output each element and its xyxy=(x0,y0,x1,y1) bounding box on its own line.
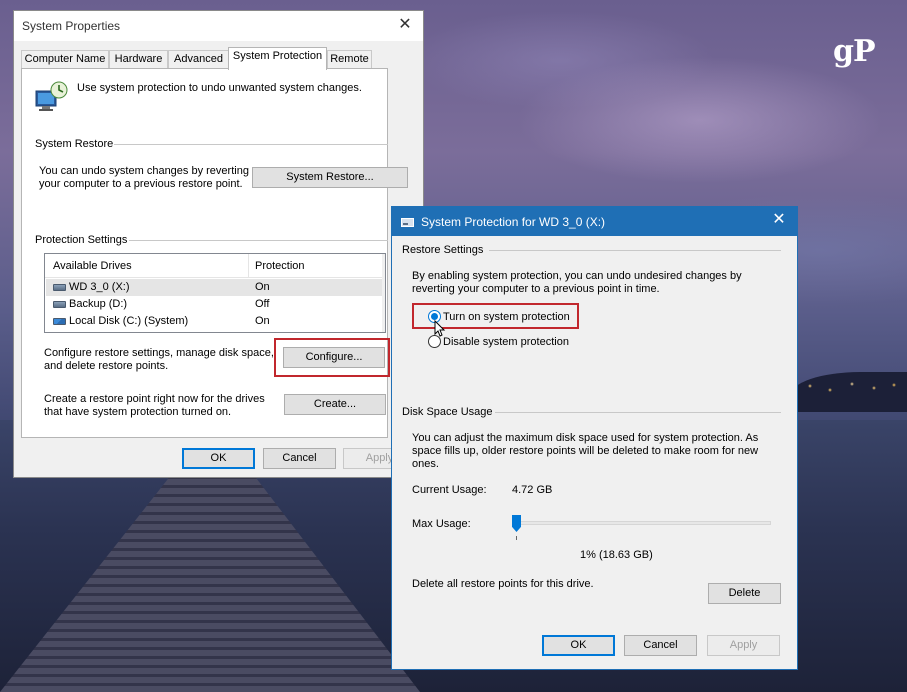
max-usage-value: 1% (18.63 GB) xyxy=(580,549,653,561)
column-header-protection[interactable]: Protection xyxy=(255,260,305,272)
configure-description: Configure restore settings, manage disk … xyxy=(44,347,274,372)
restore-settings-description: By enabling system protection, you can u… xyxy=(412,270,742,295)
turn-on-protection-label[interactable]: Turn on system protection xyxy=(443,311,570,323)
restore-settings-heading: Restore Settings xyxy=(402,244,484,256)
disk-space-description: You can adjust the maximum disk space us… xyxy=(412,432,759,470)
disable-protection-label[interactable]: Disable system protection xyxy=(443,336,569,348)
current-usage-value: 4.72 GB xyxy=(512,484,553,496)
cancel-button[interactable]: Cancel xyxy=(263,448,336,469)
city-lights xyxy=(800,378,907,396)
list-header: Available Drives Protection xyxy=(45,254,385,278)
title-bar: System Properties ✕ xyxy=(14,11,423,41)
slider-tick xyxy=(516,536,517,540)
intro-text: Use system protection to undo unwanted s… xyxy=(77,82,362,94)
list-scrollbar[interactable] xyxy=(382,254,385,332)
drive-protection: On xyxy=(255,315,270,327)
tab-computer-name[interactable]: Computer Name xyxy=(21,50,109,69)
drive-protection: On xyxy=(255,281,270,293)
close-icon[interactable]: ✕ xyxy=(769,211,789,231)
system-restore-button[interactable]: System Restore... xyxy=(252,167,408,188)
ok-button[interactable]: OK xyxy=(542,635,615,656)
protection-settings-heading: Protection Settings xyxy=(35,234,128,246)
system-restore-description: You can undo system changes by reverting… xyxy=(39,165,249,190)
windows-drive-icon xyxy=(53,318,66,325)
usb-drive-icon xyxy=(53,284,66,291)
system-restore-heading: System Restore xyxy=(35,138,114,150)
divider xyxy=(489,250,781,251)
drive-row[interactable]: Backup (D:) Off xyxy=(46,296,382,313)
tab-remote[interactable]: Remote xyxy=(327,50,372,69)
apply-button[interactable]: Apply xyxy=(707,635,780,656)
tab-system-protection[interactable]: System Protection xyxy=(228,47,327,70)
close-icon[interactable]: ✕ xyxy=(395,16,415,36)
divider xyxy=(129,240,388,241)
available-drives-list[interactable]: Available Drives Protection WD 3_0 (X:) … xyxy=(44,253,386,333)
drive-row[interactable]: Local Disk (C:) (System) On xyxy=(46,313,382,330)
max-usage-slider-track[interactable] xyxy=(517,521,771,525)
tab-advanced[interactable]: Advanced xyxy=(168,50,229,69)
title-bar: System Protection for WD 3_0 (X:) ✕ xyxy=(392,207,797,236)
column-header-available-drives[interactable]: Available Drives xyxy=(53,260,132,272)
window-title: System Properties xyxy=(22,19,121,33)
disk-space-heading: Disk Space Usage xyxy=(402,406,493,418)
drive-row[interactable]: WD 3_0 (X:) On xyxy=(46,279,382,296)
ok-button[interactable]: OK xyxy=(182,448,255,469)
configure-button[interactable]: Configure... xyxy=(283,347,385,368)
delete-button[interactable]: Delete xyxy=(708,583,781,604)
drive-protection: Off xyxy=(255,298,270,310)
delete-description: Delete all restore points for this drive… xyxy=(412,578,594,590)
drive-icon xyxy=(53,301,66,308)
system-protection-icon xyxy=(35,81,68,111)
drive-name: Local Disk (C:) (System) xyxy=(69,315,189,327)
divider xyxy=(114,144,388,145)
divider xyxy=(495,412,781,413)
tab-hardware[interactable]: Hardware xyxy=(109,50,168,69)
drive-icon xyxy=(401,218,414,227)
create-description: Create a restore point right now for the… xyxy=(44,393,265,418)
drive-name: Backup (D:) xyxy=(69,298,128,310)
site-logo: gP xyxy=(833,34,876,69)
drive-name: WD 3_0 (X:) xyxy=(69,281,130,293)
cancel-button[interactable]: Cancel xyxy=(624,635,697,656)
mouse-cursor-icon xyxy=(434,320,446,337)
current-usage-label: Current Usage: xyxy=(412,484,487,496)
column-separator xyxy=(248,254,249,278)
create-button[interactable]: Create... xyxy=(284,394,386,415)
dialog-title: System Protection for WD 3_0 (X:) xyxy=(421,215,606,229)
max-usage-label: Max Usage: xyxy=(412,518,471,530)
